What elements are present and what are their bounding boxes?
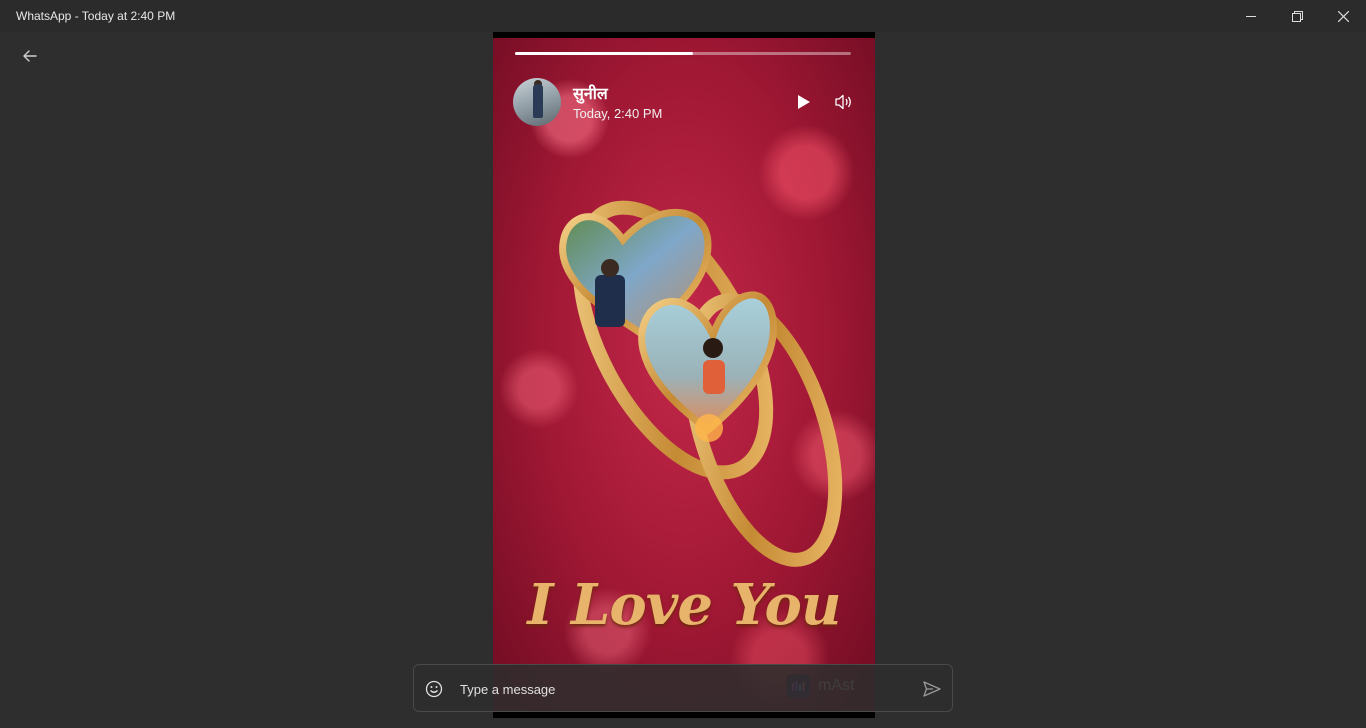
status-progress-fill (515, 52, 694, 55)
status-artwork (559, 200, 843, 567)
poster-name: सुनील (573, 84, 608, 103)
avatar[interactable] (513, 78, 561, 126)
emoji-icon (425, 680, 443, 698)
status-caption: I Love You (527, 572, 841, 638)
restore-icon (1291, 10, 1303, 22)
close-button[interactable] (1320, 0, 1366, 32)
status-progress-bar (515, 52, 851, 55)
send-icon (923, 681, 941, 697)
arrow-left-icon (23, 50, 37, 62)
emoji-button[interactable] (422, 677, 446, 701)
window-title: WhatsApp - Today at 2:40 PM (16, 9, 176, 23)
message-input[interactable] (460, 675, 890, 703)
posted-time: Today, 2:40 PM (573, 106, 663, 121)
restore-button[interactable] (1274, 0, 1320, 32)
play-icon (798, 95, 810, 109)
close-icon (1337, 10, 1349, 22)
volume-icon (835, 94, 851, 110)
send-button[interactable] (920, 677, 944, 701)
volume-button[interactable] (831, 90, 857, 114)
play-button[interactable] (791, 90, 815, 114)
minimize-button[interactable] (1228, 0, 1274, 32)
status-viewer: सुनील Today, 2:40 PM I Love You (493, 32, 875, 718)
reply-composer (413, 664, 953, 712)
back-button[interactable] (14, 42, 46, 70)
title-bar: WhatsApp - Today at 2:40 PM (0, 0, 1366, 32)
minimize-icon (1246, 16, 1256, 17)
